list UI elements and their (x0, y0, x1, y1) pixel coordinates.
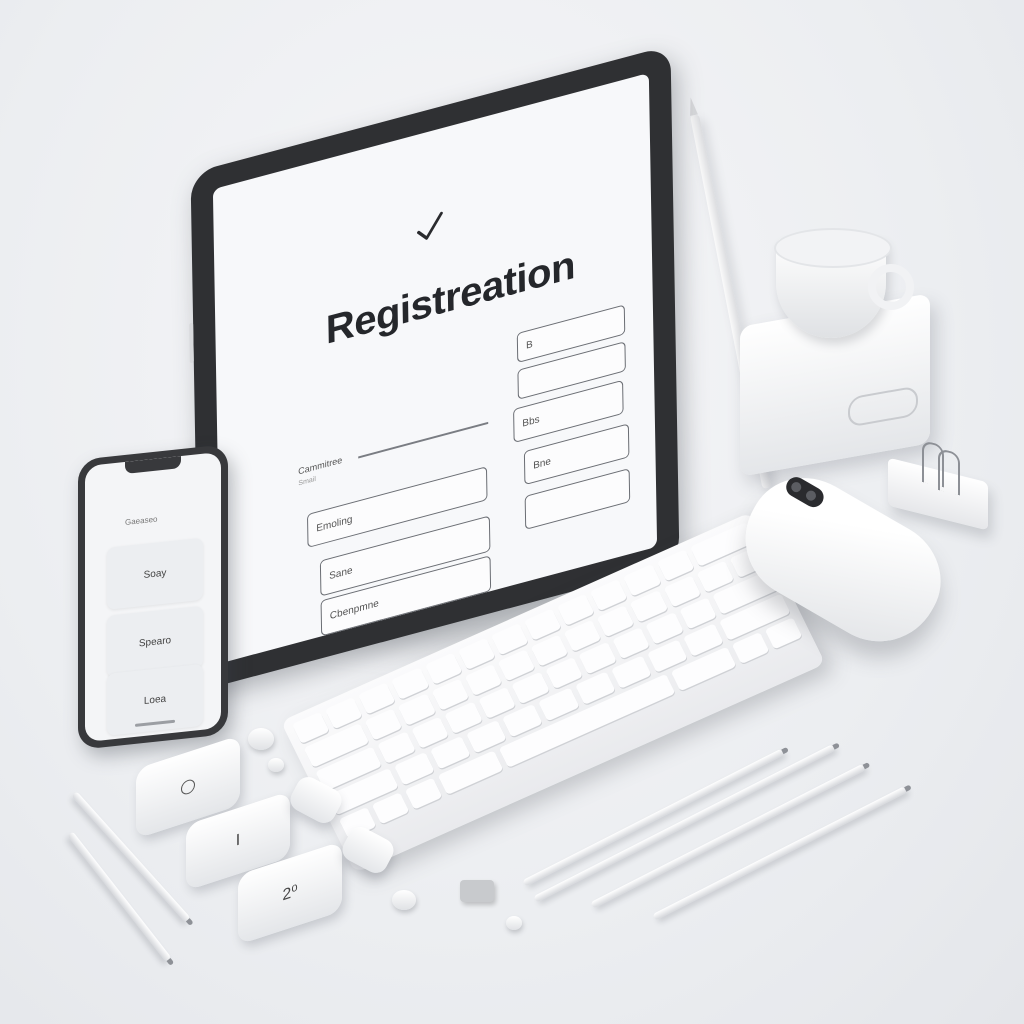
pen-tip (862, 762, 871, 770)
phone-card[interactable]: Soay (107, 537, 203, 610)
phone-card-label: Soay (143, 567, 167, 581)
phone-header: Gaeaseo (125, 514, 158, 527)
small-dot (268, 758, 284, 772)
pen-tip (166, 958, 175, 966)
small-dot (392, 890, 416, 910)
usb-connector (460, 880, 494, 902)
phone-screen: Gaeaseo Soay Spearo Loea (85, 451, 221, 743)
tablet-side-button (189, 322, 194, 364)
check-icon (417, 211, 443, 240)
field-label: Cbenpmne (329, 597, 379, 622)
phone-card-label: Loea (143, 693, 167, 707)
puck-label: I (235, 831, 241, 850)
block-slot (848, 385, 918, 428)
tablet-screen: Registreation Cammitree Smail Emoling Sa… (212, 72, 658, 664)
phone-card-label: Spearo (138, 634, 172, 649)
mouse-camera-module (782, 473, 828, 511)
field-label: Emoling (316, 513, 353, 535)
pen (67, 831, 175, 966)
paper-clip-holder (888, 440, 988, 531)
cup-handle (868, 264, 914, 310)
small-dot (506, 916, 522, 930)
phone-notch (125, 456, 181, 474)
pen (590, 762, 871, 909)
clip-wire (938, 448, 960, 496)
smartphone-device: Gaeaseo Soay Spearo Loea (78, 444, 228, 750)
phone-card[interactable]: Loea (107, 663, 203, 736)
field-value: B (525, 338, 533, 352)
field-sublabel: Smail (298, 475, 316, 488)
pen-tip (832, 742, 840, 750)
cup-rim (774, 228, 892, 268)
pen-tip (904, 784, 912, 792)
small-round-button (248, 728, 274, 750)
field-label: Cammitree (298, 454, 343, 477)
field-value: Bne (533, 455, 552, 472)
desk-scene: Registreation Cammitree Smail Emoling Sa… (0, 0, 1024, 1024)
field-value: Bbs (522, 413, 540, 430)
puck-label: 2⁰ (282, 882, 298, 905)
circle-icon (181, 777, 195, 797)
pen-tip (781, 746, 789, 755)
form-field-line (358, 421, 489, 458)
field-label: Sane (329, 564, 353, 582)
pen-tip (185, 918, 194, 926)
